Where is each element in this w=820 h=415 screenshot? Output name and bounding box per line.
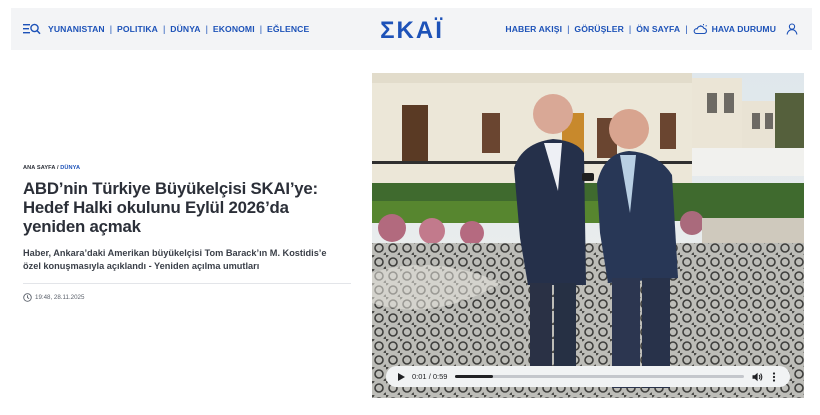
user-icon[interactable] — [786, 23, 798, 35]
duration: 0:59 — [432, 372, 448, 381]
playback-time: 0:01 / 0:59 — [412, 372, 447, 381]
nav-separator: | — [567, 24, 570, 34]
nav-ekonomi[interactable]: EKONOMI — [213, 24, 255, 34]
skai-logo[interactable]: ΣΚΑΪ — [377, 17, 447, 41]
article-subtitle: Haber, Ankara’daki Amerikan büyükelçisi … — [23, 247, 351, 273]
nav-hava-durumu[interactable]: HAVA DURUMU — [712, 24, 776, 34]
article-divider — [23, 283, 351, 284]
nav-dunya[interactable]: DÜNYA — [170, 24, 200, 34]
nav-yunanistan[interactable]: YUNANISTAN — [48, 24, 105, 34]
progress-slider[interactable] — [455, 375, 745, 378]
nav-separator: | — [162, 24, 166, 34]
current-time: 0:01 — [412, 372, 427, 381]
article-title-line: ABD’nin Türkiye Büyükelçisi SKAI’ye: — [23, 179, 318, 198]
nav-eglence[interactable]: EĞLENCE — [267, 24, 309, 34]
nav-politika[interactable]: POLITIKA — [117, 24, 158, 34]
article-title-line: Hedef Halki okulunu Eylül 2026’da — [23, 198, 289, 217]
nav-on-sayfa[interactable]: ÖN SAYFA — [636, 24, 680, 34]
article-header: ANA SAYFA / DÜNYA ABD’nin Türkiye Büyüke… — [23, 165, 351, 284]
nav-haber-akisi[interactable]: HABER AKIŞI — [505, 24, 562, 34]
site-header: YUNANISTAN | POLITIKA | DÜNYA | EKONOMI … — [11, 8, 812, 50]
article-subtitle-line: Haber, Ankara’daki Amerikan büyükelçisi … — [23, 248, 327, 258]
audio-player: 0:01 / 0:59 — [386, 366, 790, 387]
article-title: ABD’nin Türkiye Büyükelçisi SKAI’ye: Hed… — [23, 179, 351, 236]
main-nav: YUNANISTAN | POLITIKA | DÜNYA | EKONOMI … — [23, 8, 309, 50]
cloud-sun-icon[interactable] — [693, 23, 708, 35]
nav-separator: | — [109, 24, 113, 34]
breadcrumb-section[interactable]: DÜNYA — [60, 165, 80, 171]
more-vertical-icon[interactable] — [771, 371, 777, 382]
progress-fill — [455, 375, 494, 378]
play-icon[interactable] — [396, 372, 406, 382]
nav-separator: | — [205, 24, 208, 34]
article-subtitle-line: özel konuşmasıyla açıklandı - Yeniden aç… — [23, 261, 260, 271]
secondary-nav: HABER AKIŞI | GÖRÜŞLER | ÖN SAYFA | HAVA… — [505, 8, 798, 50]
nav-separator: | — [259, 24, 263, 34]
article-video[interactable]: 0:01 / 0:59 — [372, 73, 804, 398]
svg-text:ΣΚΑΪ: ΣΚΑΪ — [380, 17, 444, 41]
breadcrumb-home[interactable]: ANA SAYFA — [23, 165, 55, 171]
video-frame — [372, 73, 804, 398]
article-meta: 19:48, 28.11.2025 — [23, 293, 84, 302]
menu-search-icon[interactable] — [23, 22, 41, 36]
article-timestamp: 19:48, 28.11.2025 — [35, 294, 85, 301]
clock-icon — [23, 293, 32, 302]
article-title-line: yeniden açmak — [23, 217, 141, 236]
volume-icon[interactable] — [752, 372, 763, 382]
nav-gorusler[interactable]: GÖRÜŞLER — [574, 24, 624, 34]
nav-separator: | — [685, 24, 688, 34]
breadcrumb: ANA SAYFA / DÜNYA — [23, 165, 351, 171]
nav-separator: | — [628, 24, 632, 34]
